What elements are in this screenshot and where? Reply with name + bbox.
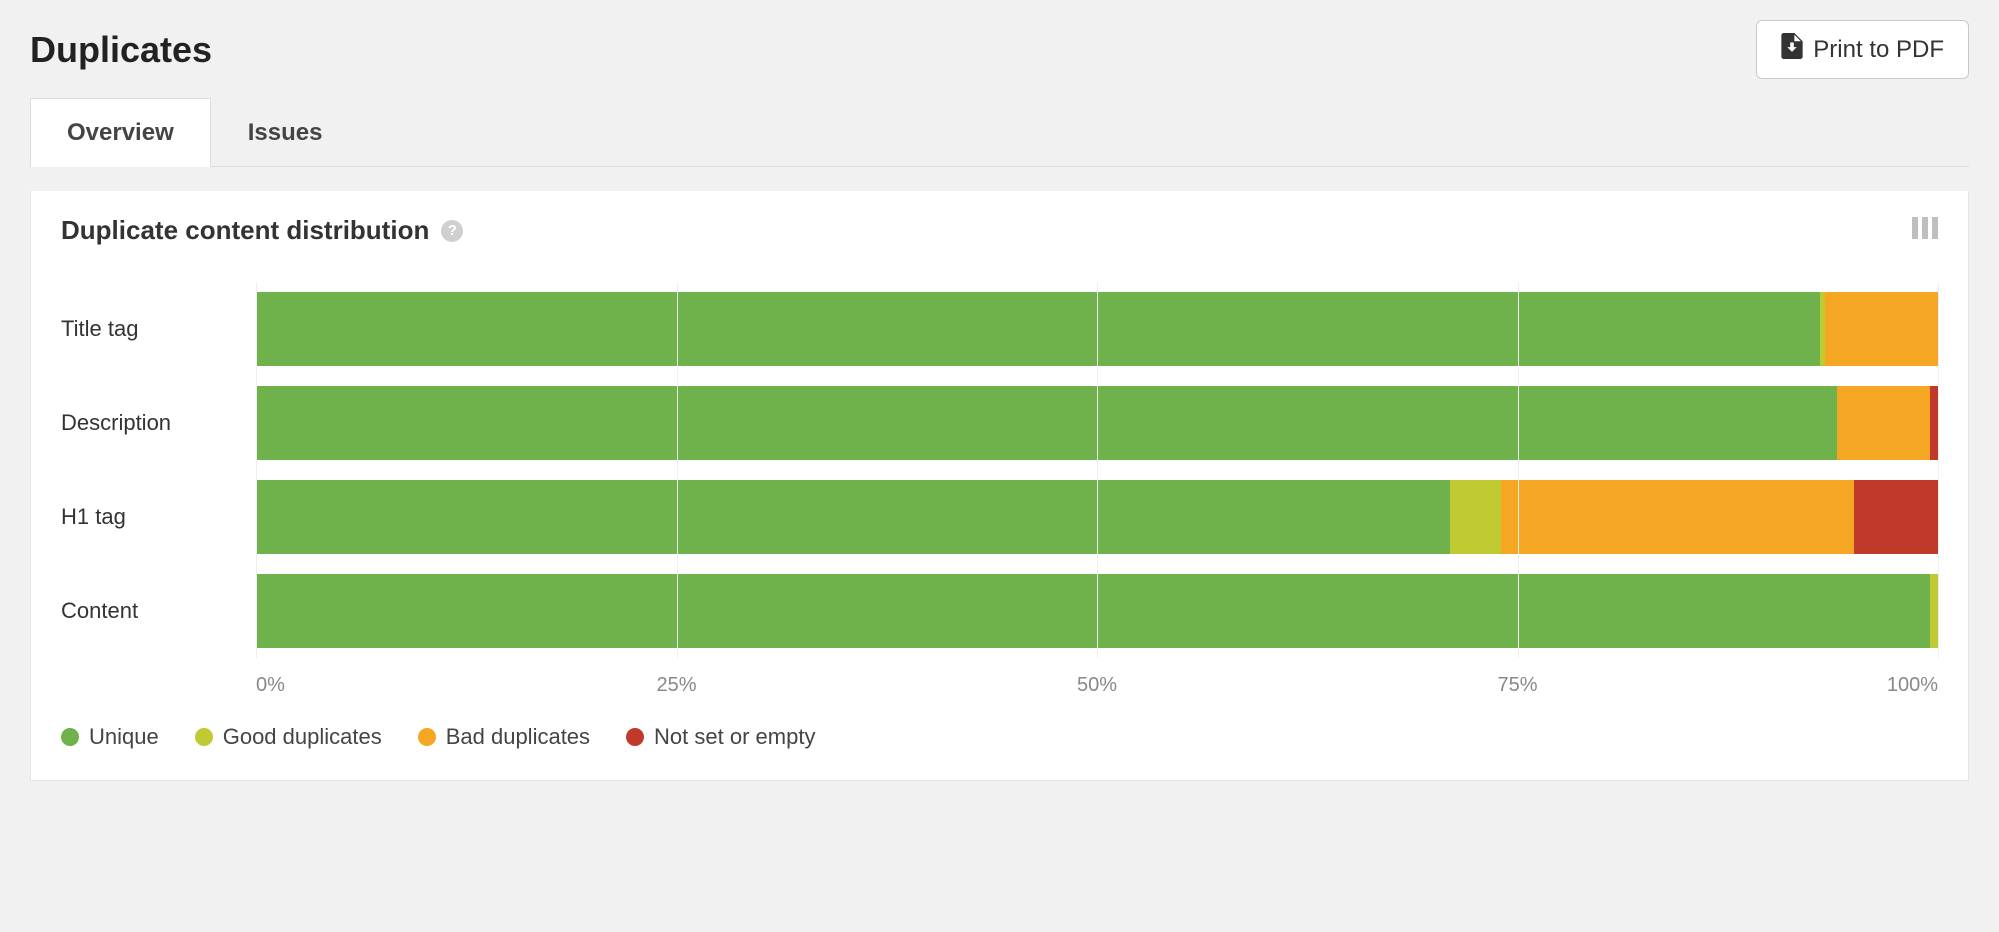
axis-tick: 100% (1887, 674, 1938, 697)
card-title: Duplicate content distribution (61, 215, 429, 246)
columns-icon[interactable] (1912, 217, 1938, 244)
gridline (1518, 282, 1519, 658)
chart-segment-bad[interactable] (1837, 386, 1930, 460)
distribution-chart: Title tagDescriptionH1 tagContent 0% 25% 5… (61, 282, 1938, 700)
axis-tick: 0% (256, 674, 285, 697)
legend-label: Bad duplicates (446, 724, 590, 750)
print-to-pdf-label: Print to PDF (1813, 36, 1944, 64)
legend-label: Good duplicates (223, 724, 382, 750)
legend-label: Unique (89, 724, 159, 750)
legend-swatch (626, 728, 644, 746)
chart-segment-unique[interactable] (256, 386, 1837, 460)
print-to-pdf-button[interactable]: Print to PDF (1756, 20, 1969, 79)
legend-swatch (418, 728, 436, 746)
help-icon[interactable]: ? (441, 220, 463, 242)
tab-overview[interactable]: Overview (30, 98, 211, 167)
chart-category-label: H1 tag (61, 470, 256, 564)
tab-issues[interactable]: Issues (211, 98, 360, 167)
chart-segment-empty[interactable] (1854, 480, 1938, 554)
chart-segment-unique[interactable] (256, 480, 1450, 554)
distribution-card: Duplicate content distribution ? Title t… (30, 191, 1969, 781)
chart-category-label: Content (61, 564, 256, 658)
legend-item-good[interactable]: Good duplicates (195, 724, 382, 750)
gridline (1938, 282, 1939, 658)
chart-segment-empty[interactable] (1930, 386, 1938, 460)
chart-segment-unique[interactable] (256, 574, 1930, 648)
tabs: Overview Issues (30, 97, 1969, 167)
chart-segment-good[interactable] (1930, 574, 1938, 648)
chart-segment-bad[interactable] (1825, 292, 1938, 366)
gridline (677, 282, 678, 658)
legend-item-bad[interactable]: Bad duplicates (418, 724, 590, 750)
chart-segment-unique[interactable] (256, 292, 1820, 366)
legend-swatch (195, 728, 213, 746)
chart-segment-good[interactable] (1450, 480, 1500, 554)
chart-category-label: Title tag (61, 282, 256, 376)
axis-tick: 25% (656, 674, 696, 697)
chart-segment-bad[interactable] (1501, 480, 1854, 554)
chart-category-label: Description (61, 376, 256, 470)
download-file-icon (1781, 33, 1803, 66)
legend-label: Not set or empty (654, 724, 815, 750)
legend-item-empty[interactable]: Not set or empty (626, 724, 815, 750)
page-title: Duplicates (30, 29, 212, 71)
gridline (1097, 282, 1098, 658)
axis-tick: 50% (1077, 674, 1117, 697)
gridline (256, 282, 257, 658)
chart-legend: Unique Good duplicates Bad duplicates Not s… (61, 724, 1938, 750)
axis-tick: 75% (1497, 674, 1537, 697)
legend-item-unique[interactable]: Unique (61, 724, 159, 750)
legend-swatch (61, 728, 79, 746)
